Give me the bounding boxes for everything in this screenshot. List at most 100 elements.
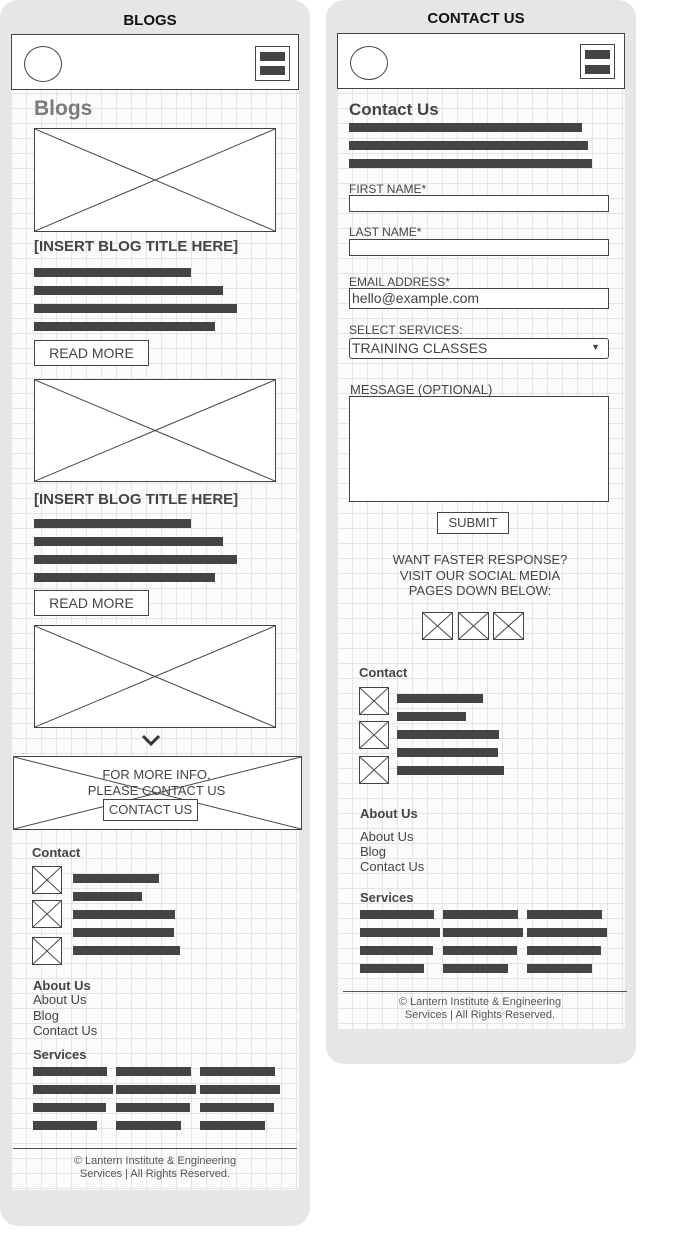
contact-icon[interactable] <box>359 721 389 749</box>
contact-us-button[interactable]: CONTACT US <box>103 799 198 821</box>
social-media-icon[interactable] <box>458 612 489 640</box>
service-link[interactable] <box>360 946 433 955</box>
logo[interactable] <box>350 46 388 80</box>
service-link[interactable] <box>116 1103 190 1112</box>
social-media-icon[interactable] <box>493 612 524 640</box>
copyright: © Lantern Institute & Engineering Servic… <box>13 1155 297 1181</box>
intro-text-line <box>349 141 588 150</box>
service-link[interactable] <box>33 1103 106 1112</box>
copyright-line: Services | All Rights Reserved. <box>79 1168 231 1180</box>
service-link[interactable] <box>200 1103 274 1112</box>
text-line <box>34 322 215 331</box>
footer-link-contact[interactable]: Contact Us <box>360 859 424 874</box>
blog-image-placeholder[interactable] <box>34 379 276 482</box>
hamburger-menu-icon[interactable] <box>255 46 290 81</box>
service-link[interactable] <box>527 928 607 937</box>
text-line <box>34 519 191 528</box>
service-link[interactable] <box>527 964 592 973</box>
intro-text-line <box>349 159 592 168</box>
contact-frame-title: CONTACT US <box>427 10 525 27</box>
service-link[interactable] <box>200 1121 265 1130</box>
footer-divider <box>343 991 627 992</box>
footer-link-blog[interactable]: Blog <box>360 844 386 859</box>
text-line <box>34 268 191 277</box>
footer-about-heading: About Us <box>33 978 91 993</box>
service-link[interactable] <box>360 910 434 919</box>
blog-title[interactable]: [INSERT BLOG TITLE HERE] <box>34 491 238 508</box>
social-prompt-line: WANT FASTER RESPONSE? <box>392 552 568 567</box>
social-prompt-line: VISIT OUR SOCIAL MEDIA <box>399 568 561 583</box>
service-link[interactable] <box>33 1085 113 1094</box>
last-name-label: LAST NAME* <box>349 225 422 239</box>
hamburger-menu-icon[interactable] <box>580 44 615 79</box>
text-line <box>34 286 223 295</box>
service-link[interactable] <box>527 910 602 919</box>
footer-contact-heading: Contact <box>32 845 81 860</box>
service-link[interactable] <box>527 946 601 955</box>
blogs-frame-title: BLOGS <box>123 12 177 29</box>
contact-icon[interactable] <box>32 937 62 965</box>
contact-icon[interactable] <box>359 687 389 715</box>
footer-link-about[interactable]: About Us <box>360 829 413 844</box>
footer-link-contact[interactable]: Contact Us <box>33 1023 97 1038</box>
page-title: Contact Us <box>349 100 439 119</box>
logo[interactable] <box>24 46 62 82</box>
text-line <box>34 304 237 313</box>
text-line <box>34 555 237 564</box>
service-link[interactable] <box>443 928 523 937</box>
cta-text-line: FOR MORE INFO, <box>102 767 211 782</box>
contact-detail-line <box>397 712 466 721</box>
service-link[interactable] <box>443 964 508 973</box>
service-link[interactable] <box>360 928 440 937</box>
blog-image-placeholder[interactable] <box>34 625 276 728</box>
social-media-icon[interactable] <box>422 612 453 640</box>
service-link[interactable] <box>443 910 518 919</box>
contact-detail-line <box>73 874 159 883</box>
blog-image-placeholder[interactable] <box>34 128 276 232</box>
contact-icon[interactable] <box>32 866 62 894</box>
contact-icon[interactable] <box>32 900 62 928</box>
service-link[interactable] <box>33 1121 97 1130</box>
services-select[interactable]: TRAINING CLASSES ▼ <box>349 338 609 359</box>
footer-link-blog[interactable]: Blog <box>33 1008 59 1023</box>
contact-detail-line <box>73 910 175 919</box>
copyright-line: © Lantern Institute & Engineering <box>398 996 562 1008</box>
cta-text-line: PLEASE CONTACT US <box>87 783 226 798</box>
social-prompt-line: PAGES DOWN BELOW: <box>408 583 552 598</box>
message-label: MESSAGE (OPTIONAL) <box>350 382 493 397</box>
footer-services-heading: Services <box>360 890 414 905</box>
service-link[interactable] <box>360 964 424 973</box>
read-more-button[interactable]: READ MORE <box>34 590 149 616</box>
contact-icon[interactable] <box>359 756 389 784</box>
email-label: EMAIL ADDRESS* <box>349 275 450 289</box>
service-link[interactable] <box>116 1121 181 1130</box>
message-textarea[interactable] <box>349 396 609 502</box>
service-link[interactable] <box>116 1067 191 1076</box>
text-line <box>34 573 215 582</box>
contact-detail-line <box>397 694 483 703</box>
service-link[interactable] <box>443 946 517 955</box>
service-link[interactable] <box>200 1067 275 1076</box>
footer-link-about[interactable]: About Us <box>33 992 86 1007</box>
footer-divider <box>13 1148 297 1149</box>
page-title: Blogs <box>34 97 93 120</box>
service-link[interactable] <box>116 1085 196 1094</box>
first-name-input[interactable] <box>349 195 609 212</box>
submit-button[interactable]: SUBMIT <box>437 512 509 534</box>
services-label: SELECT SERVICES: <box>349 323 463 337</box>
services-select-value: TRAINING CLASSES <box>352 340 488 356</box>
email-input[interactable]: hello@example.com <box>349 288 609 309</box>
copyright: © Lantern Institute & Engineering Servic… <box>337 996 623 1022</box>
contact-detail-line <box>397 766 504 775</box>
chevron-down-icon[interactable] <box>141 733 161 747</box>
copyright-line: © Lantern Institute & Engineering <box>73 1155 237 1167</box>
read-more-button[interactable]: READ MORE <box>34 340 149 366</box>
dropdown-arrow-icon: ▼ <box>591 342 600 352</box>
blog-title[interactable]: [INSERT BLOG TITLE HERE] <box>34 238 238 255</box>
last-name-input[interactable] <box>349 239 609 256</box>
service-link[interactable] <box>200 1085 280 1094</box>
copyright-line: Services | All Rights Reserved. <box>404 1009 556 1021</box>
intro-text-line <box>349 123 582 132</box>
service-link[interactable] <box>33 1067 107 1076</box>
contact-detail-line <box>397 748 498 757</box>
